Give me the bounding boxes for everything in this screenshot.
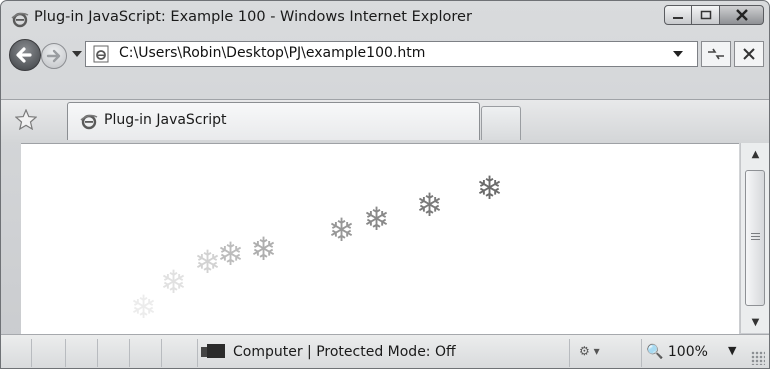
window-title: Plug-in JavaScript: Example 100 - Window… xyxy=(34,9,472,25)
minimize-button[interactable] xyxy=(664,5,692,25)
zoom-level[interactable]: 🔍 100% xyxy=(646,344,708,360)
page-icon xyxy=(93,45,109,63)
refresh-icon xyxy=(708,48,724,60)
address-text[interactable]: C:\Users\Robin\Desktop\PJ\example100.htm xyxy=(119,45,425,61)
scroll-grip-icon xyxy=(751,233,760,241)
ie-page-icon xyxy=(80,114,98,130)
back-button[interactable] xyxy=(9,39,41,71)
resize-grip-icon[interactable] xyxy=(751,351,765,365)
zoom-icon: 🔍 xyxy=(646,344,664,360)
scroll-down-arrow-icon[interactable]: ▼ xyxy=(741,311,769,333)
status-cell xyxy=(1,339,32,367)
snowflake-4: ❄ xyxy=(217,235,244,273)
recent-pages-dropdown-icon[interactable] xyxy=(72,51,82,58)
forward-arrow-icon xyxy=(46,49,61,63)
scroll-thumb[interactable] xyxy=(745,170,765,306)
navigation-bar: C:\Users\Robin\Desktop\PJ\example100.htm xyxy=(1,36,769,74)
forward-button[interactable] xyxy=(41,43,67,69)
maximize-button[interactable] xyxy=(692,5,720,25)
status-cell xyxy=(97,339,130,367)
favorites-star-icon[interactable] xyxy=(15,109,37,130)
close-button[interactable] xyxy=(720,5,764,25)
status-bar: Computer | Protected Mode: Off ⚙ ▾ 🔍 100… xyxy=(1,334,769,368)
status-cell xyxy=(129,339,162,367)
computer-icon xyxy=(201,344,225,358)
zoom-value: 100% xyxy=(667,344,708,360)
page-content: ❄ ❄ ❄ ❄ ❄ ❄ ❄ ❄ ❄ xyxy=(21,143,739,334)
maximize-icon xyxy=(700,10,711,20)
tab-bar: Plug-in JavaScript xyxy=(1,99,769,142)
title-bar[interactable]: Plug-in JavaScript: Example 100 - Window… xyxy=(1,1,769,35)
status-cell xyxy=(569,339,642,367)
snowflake-1: ❄ xyxy=(130,288,157,326)
scroll-up-arrow-icon[interactable]: ▲ xyxy=(741,143,769,165)
snowflake-8: ❄ xyxy=(416,186,443,224)
snowflake-2: ❄ xyxy=(160,263,187,301)
stop-button[interactable] xyxy=(734,41,764,67)
snowflake-6: ❄ xyxy=(328,211,355,249)
tab-plug-in-javascript[interactable]: Plug-in JavaScript xyxy=(67,102,480,140)
status-cell xyxy=(483,339,570,367)
security-zone-text: Computer | Protected Mode: Off xyxy=(233,344,456,360)
tab-label: Plug-in JavaScript xyxy=(104,112,227,128)
back-arrow-icon xyxy=(16,47,32,63)
minimize-icon xyxy=(673,17,683,19)
vertical-scrollbar[interactable]: ▲ ▼ xyxy=(740,143,769,333)
ie-logo-icon xyxy=(11,12,29,28)
close-icon xyxy=(735,9,748,21)
address-dropdown-icon[interactable] xyxy=(673,51,683,58)
caption-buttons xyxy=(664,5,764,25)
status-cell xyxy=(161,339,198,367)
refresh-button[interactable] xyxy=(701,41,731,67)
status-cell xyxy=(31,339,66,367)
snowflake-9: ❄ xyxy=(476,169,503,207)
status-cell xyxy=(65,339,98,367)
address-bar[interactable]: C:\Users\Robin\Desktop\PJ\example100.htm xyxy=(85,41,698,67)
stop-icon xyxy=(743,48,755,60)
security-zone[interactable]: Computer | Protected Mode: Off xyxy=(201,344,456,360)
snowflake-7: ❄ xyxy=(363,200,390,238)
snowflake-5: ❄ xyxy=(250,230,277,268)
zoom-dropdown-icon[interactable]: ▼ xyxy=(728,344,736,357)
new-tab-button[interactable] xyxy=(481,106,521,140)
browser-window: Plug-in JavaScript: Example 100 - Window… xyxy=(0,0,770,369)
